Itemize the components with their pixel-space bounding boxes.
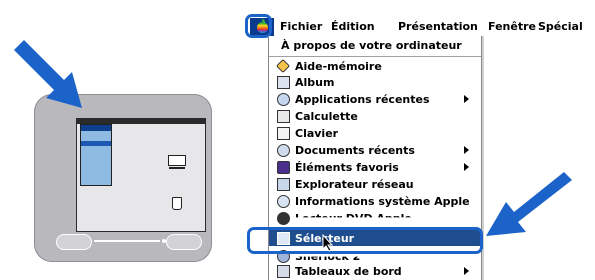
pointer-arrow-left-icon bbox=[14, 40, 82, 108]
favorites-icon bbox=[277, 160, 290, 174]
keyboard-icon bbox=[277, 126, 290, 140]
menu-item-label: Éléments favoris bbox=[295, 160, 399, 174]
submenu-arrow-icon bbox=[464, 163, 469, 171]
recent-apps-icon bbox=[277, 92, 290, 106]
menu-item-applications-recentes[interactable]: Applications récentes bbox=[269, 91, 481, 107]
control-panels-icon bbox=[277, 264, 290, 278]
menu-edition[interactable]: Édition bbox=[331, 19, 375, 35]
menu-item-tableaux-de-bord[interactable]: Tableaux de bord bbox=[269, 263, 481, 279]
album-icon bbox=[277, 75, 290, 89]
menu-item-label: Explorateur réseau bbox=[295, 177, 414, 191]
network-browser-icon bbox=[277, 177, 290, 191]
note-pad-icon bbox=[275, 58, 291, 74]
drive-slot-left bbox=[56, 234, 92, 250]
menu-item-calculette[interactable]: Calculette bbox=[269, 108, 481, 124]
menu-item-label: Informations système Apple bbox=[295, 194, 470, 208]
menu-item-label: Aide-mémoire bbox=[295, 59, 382, 73]
menu-separator bbox=[269, 56, 481, 57]
menu-item-explorateur-reseau[interactable]: Explorateur réseau bbox=[269, 176, 481, 192]
drive-slot-right bbox=[166, 234, 202, 250]
menu-item-label: Documents récents bbox=[295, 143, 415, 157]
menu-special[interactable]: Spécial bbox=[538, 19, 583, 35]
calculator-icon bbox=[277, 109, 290, 123]
menu-item-label: Album bbox=[295, 75, 335, 89]
menu-item-informations-systeme[interactable]: Informations système Apple bbox=[269, 193, 481, 209]
trash-icon bbox=[172, 197, 182, 210]
menu-item-documents-recents[interactable]: Documents récents bbox=[269, 142, 481, 158]
menu-item-label: Tableaux de bord bbox=[295, 264, 402, 278]
system-info-icon bbox=[277, 194, 290, 208]
menu-fichier[interactable]: Fichier bbox=[280, 19, 322, 35]
screen-window bbox=[80, 124, 112, 186]
menu-item-label: Calculette bbox=[295, 109, 358, 123]
menu-presentation[interactable]: Présentation bbox=[398, 19, 478, 35]
submenu-arrow-icon bbox=[464, 267, 469, 275]
menu-item-album[interactable]: Album bbox=[269, 74, 481, 90]
submenu-arrow-icon bbox=[464, 146, 469, 154]
recent-docs-icon bbox=[277, 143, 290, 157]
hard-drive-icon bbox=[168, 155, 186, 169]
menu-bar: Fichier Édition Présentation Fenêtre Spé… bbox=[248, 18, 595, 36]
window-highlight-band bbox=[81, 141, 111, 146]
menu-item-clavier[interactable]: Clavier bbox=[269, 125, 481, 141]
menu-item-label: Applications récentes bbox=[295, 92, 430, 106]
menu-item-aide-memoire[interactable]: Aide-mémoire bbox=[269, 58, 481, 74]
submenu-arrow-icon bbox=[464, 95, 469, 103]
menu-item-elements-favoris[interactable]: Éléments favoris bbox=[269, 159, 481, 175]
dvd-player-icon bbox=[277, 211, 290, 225]
selecteur-highlight-outline bbox=[247, 227, 483, 254]
menu-item-about[interactable]: À propos de votre ordinateur bbox=[281, 39, 462, 52]
menu-item-label: Clavier bbox=[295, 126, 339, 140]
menu-item-label: Lecteur DVD Apple bbox=[295, 211, 412, 225]
mouse-cursor-icon bbox=[322, 234, 334, 252]
computer-screen bbox=[76, 118, 206, 232]
menu-item-lecteur-dvd[interactable]: Lecteur DVD Apple bbox=[269, 210, 481, 226]
pointer-arrow-right-icon bbox=[486, 172, 572, 236]
menu-fenetre[interactable]: Fenêtre bbox=[488, 19, 536, 35]
window-titlebar bbox=[81, 125, 111, 131]
drive-slot-line bbox=[94, 240, 160, 242]
apple-menu-highlight-outline bbox=[245, 14, 272, 38]
computer-illustration bbox=[34, 94, 212, 262]
